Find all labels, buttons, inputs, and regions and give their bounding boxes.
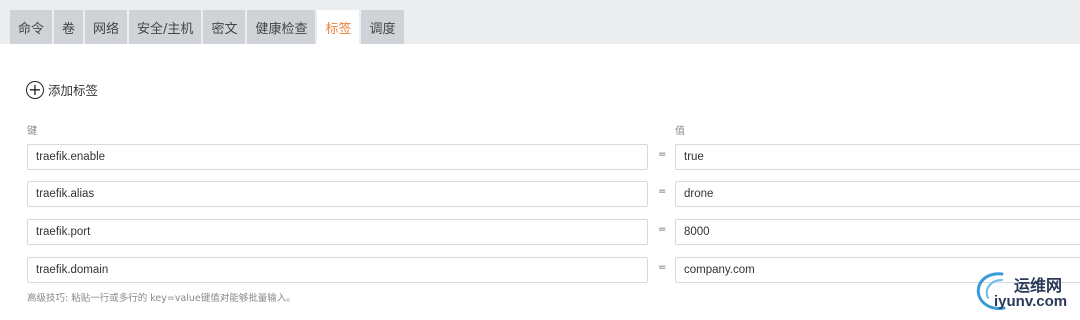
tab-scheduling[interactable]: 调度 [361, 10, 404, 44]
label-key-input[interactable] [27, 257, 648, 283]
watermark-logo: 运维网 iyunv.com [972, 268, 1080, 316]
equals-sign: = [658, 224, 667, 235]
tab-bar: 命令 卷 网络 安全/主机 密文 健康检查 标签 调度 [10, 10, 404, 44]
label-value-input[interactable] [675, 144, 1080, 170]
key-column-label: 键 [27, 126, 37, 137]
label-value-input[interactable] [675, 219, 1080, 245]
label-row: = [27, 257, 1080, 283]
label-row: = [27, 144, 1080, 170]
tab-security-host[interactable]: 安全/主机 [129, 10, 202, 44]
tab-health-check[interactable]: 健康检查 [247, 10, 316, 44]
label-value-input[interactable] [675, 181, 1080, 207]
add-label-button[interactable]: + 添加标签 [26, 80, 98, 99]
tab-labels[interactable]: 标签 [317, 10, 360, 44]
tab-secrets[interactable]: 密文 [203, 10, 246, 44]
watermark-en-text: iyunv.com [994, 293, 1068, 310]
label-key-input[interactable] [27, 219, 648, 245]
tab-volume[interactable]: 卷 [54, 10, 84, 44]
value-column-label: 值 [675, 126, 685, 137]
bulk-paste-hint: 高级技巧: 粘贴一行或多行的 key=value键值对能够批量输入。 [27, 293, 296, 304]
label-row: = [27, 181, 1080, 207]
tab-network[interactable]: 网络 [85, 10, 128, 44]
equals-sign: = [658, 262, 667, 273]
plus-circle-icon: + [26, 80, 44, 99]
equals-sign: = [658, 186, 667, 197]
label-key-input[interactable] [27, 181, 648, 207]
add-label-text: 添加标签 [48, 83, 99, 98]
label-key-input[interactable] [27, 144, 648, 170]
equals-sign: = [658, 149, 667, 160]
label-row: = [27, 219, 1080, 245]
tab-command[interactable]: 命令 [10, 10, 53, 44]
